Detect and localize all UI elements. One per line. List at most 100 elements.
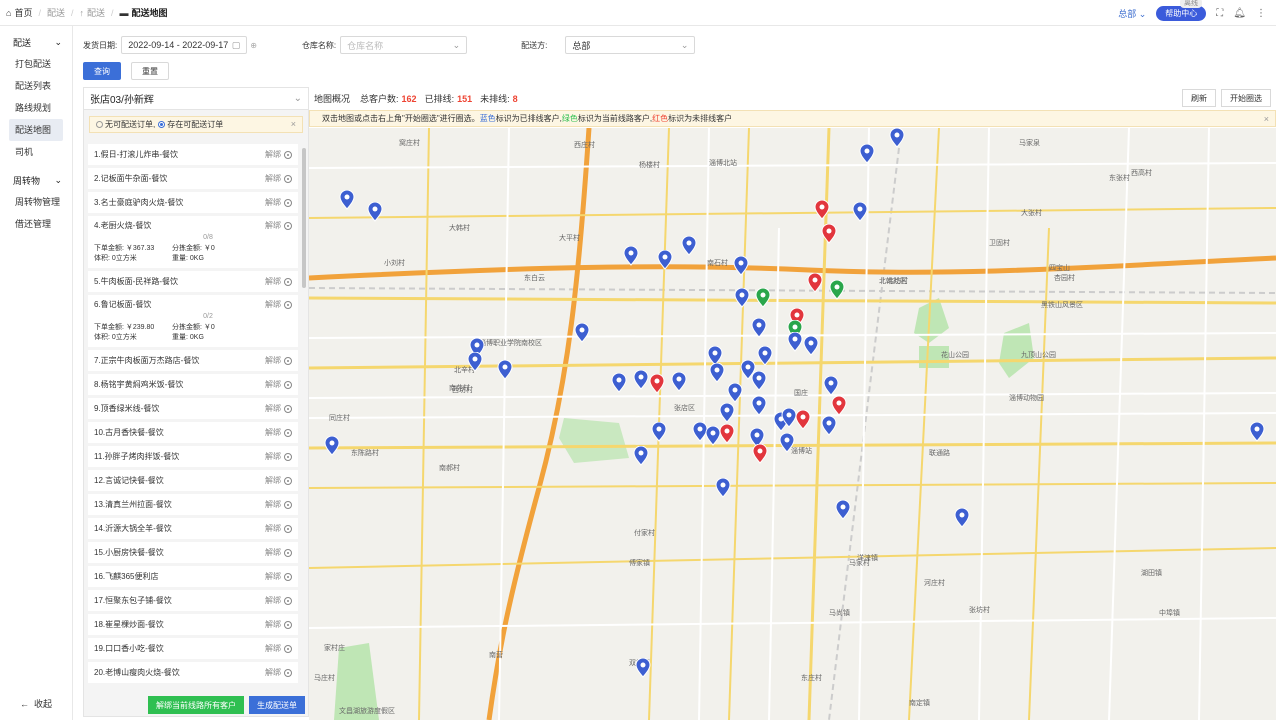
list-item[interactable]: 8.杨铭宇黄焖鸡米饭-餐饮 解绑 [88, 374, 298, 395]
unrouted-customer-pin[interactable] [807, 273, 823, 293]
list-item[interactable]: 15.小厨房快餐-餐饮 解绑 [88, 542, 298, 563]
unbind-button[interactable]: 解绑 [265, 451, 292, 462]
list-item[interactable]: 2.记板面牛杂面-餐饮 解绑 [88, 168, 298, 189]
breadcrumb-level1[interactable]: 配送 [47, 6, 65, 19]
warehouse-select[interactable]: 仓库名称 ⌄ [340, 36, 468, 54]
unbind-button[interactable]: 解绑 [265, 403, 292, 414]
list-item-detail[interactable]: 4.老厨火烧-餐饮 解绑 0/8 下单金额: ￥367.33 分拣金额: ￥0 体积: 0… [88, 216, 298, 268]
sidebar-item-pack[interactable]: 打包配送 [0, 53, 72, 75]
unbind-button[interactable]: 解绑 [265, 355, 292, 366]
list-item[interactable]: 16.飞麒365便利店 解绑 [88, 566, 298, 587]
list-item[interactable]: 3.名士豪庭驴肉火烧-餐饮 解绑 [88, 192, 298, 213]
routed-customer-pin[interactable] [954, 508, 970, 528]
routed-customer-pin[interactable] [821, 416, 837, 436]
eye-icon[interactable] [284, 150, 292, 159]
unbind-button[interactable]: 解绑 [265, 619, 292, 630]
unrouted-customer-pin[interactable] [752, 444, 768, 464]
sidebar-item-driver[interactable]: 司机 [0, 141, 72, 163]
eye-icon[interactable] [284, 198, 292, 207]
routed-customer-pin[interactable] [633, 370, 649, 390]
eye-icon[interactable] [284, 596, 292, 605]
unbind-button[interactable]: 解绑 [265, 667, 292, 678]
unrouted-customer-pin[interactable] [831, 396, 847, 416]
routed-customer-pin[interactable] [671, 372, 687, 392]
list-item[interactable]: 5.牛肉板面-民祥路-餐饮 解绑 [88, 271, 298, 292]
list-item[interactable]: 17.恒聚东包子铺-餐饮 解绑 [88, 590, 298, 611]
routed-customer-pin[interactable] [715, 478, 731, 498]
eye-icon[interactable] [284, 668, 292, 677]
date-range-input[interactable]: 2022-09-14 - 2022-09-17 ▢ [121, 36, 248, 54]
sidebar-item-map[interactable]: 配送地图 [9, 119, 63, 141]
routed-customer-pin[interactable] [733, 256, 749, 276]
routed-customer-pin[interactable] [751, 396, 767, 416]
routed-customer-pin[interactable] [681, 236, 697, 256]
routed-customer-pin[interactable] [823, 376, 839, 396]
routed-customer-pin[interactable] [339, 190, 355, 210]
unrouted-customer-pin[interactable] [814, 200, 830, 220]
list-item[interactable]: 1.假日-打滚儿炸串-餐饮 解绑 [88, 144, 298, 165]
list-item[interactable]: 14.沂源大锅全羊-餐饮 解绑 [88, 518, 298, 539]
start-select-button[interactable]: 开始圈选 [1221, 89, 1271, 107]
more-icon[interactable]: ⋮ [1256, 8, 1266, 19]
generate-delivery-button[interactable]: 生成配送单 [249, 696, 305, 714]
routed-customer-pin[interactable] [611, 373, 627, 393]
list-item[interactable]: 19.口口香小吃-餐饮 解绑 [88, 638, 298, 659]
routed-customer-pin[interactable] [835, 500, 851, 520]
sidebar-item-list[interactable]: 配送列表 [0, 75, 72, 97]
radio-no-orders[interactable]: 无可配送订单, [96, 119, 155, 130]
eye-icon[interactable] [284, 404, 292, 413]
route-select[interactable]: 张店03/孙新辉 ⌄ [84, 88, 308, 110]
list-item[interactable]: 9.顶香绿米线-餐饮 解绑 [88, 398, 298, 419]
unbind-button[interactable]: 解绑 [265, 523, 292, 534]
unbind-button[interactable]: 解绑 [265, 299, 292, 310]
routed-customer-pin[interactable] [787, 332, 803, 352]
sidebar-item-borrow[interactable]: 借还管理 [0, 213, 72, 235]
unbind-button[interactable]: 解绑 [265, 197, 292, 208]
routed-customer-pin[interactable] [889, 128, 905, 148]
unbind-button[interactable]: 解绑 [265, 595, 292, 606]
eye-icon[interactable] [284, 572, 292, 581]
reset-button[interactable]: 重置 [131, 62, 169, 80]
unrouted-customer-pin[interactable] [719, 424, 735, 444]
routed-customer-pin[interactable] [803, 336, 819, 356]
unbind-button[interactable]: 解绑 [265, 427, 292, 438]
clear-icon[interactable]: ⊕ [250, 41, 257, 50]
sidebar-item-turnover[interactable]: 周转物管理 [0, 191, 72, 213]
unbind-button[interactable]: 解绑 [265, 475, 292, 486]
list-item[interactable]: 11.孙胖子烤肉拌饭-餐饮 解绑 [88, 446, 298, 467]
routed-customer-pin[interactable] [734, 288, 750, 308]
eye-icon[interactable] [284, 548, 292, 557]
sidebar-group-delivery[interactable]: 配送 ⌄ [0, 31, 72, 53]
unbind-button[interactable]: 解绑 [265, 173, 292, 184]
routed-customer-pin[interactable] [633, 446, 649, 466]
unbind-button[interactable]: 解绑 [265, 149, 292, 160]
unbind-button[interactable]: 解绑 [265, 220, 292, 231]
list-item[interactable]: 18.崔星棵炒面-餐饮 解绑 [88, 614, 298, 635]
eye-icon[interactable] [284, 620, 292, 629]
close-icon[interactable]: × [291, 119, 296, 129]
eye-icon[interactable] [284, 356, 292, 365]
list-item[interactable]: 20.老博山瘦肉火烧-餐饮 解绑 [88, 662, 298, 683]
sidebar-group-turnover[interactable]: 周转物 ⌄ [0, 169, 72, 191]
eye-icon[interactable] [284, 452, 292, 461]
unbind-button[interactable]: 解绑 [265, 547, 292, 558]
map-canvas[interactable]: 窝庄村 西庄村 杨楼村 淄博北站 大韩村 大平村 东白云 小刘村 南石村 北韩社区 淄博职业学院南校… [309, 128, 1276, 720]
current-route-pin[interactable] [755, 288, 771, 308]
routed-customer-pin[interactable] [623, 246, 639, 266]
unbind-button[interactable]: 解绑 [265, 643, 292, 654]
eye-icon[interactable] [284, 644, 292, 653]
radio-has-orders[interactable]: 存在可配送订单 [158, 119, 223, 130]
routed-customer-pin[interactable] [727, 383, 743, 403]
unrouted-customer-pin[interactable] [821, 224, 837, 244]
eye-icon[interactable] [284, 277, 292, 286]
routed-customer-pin[interactable] [709, 363, 725, 383]
routed-customer-pin[interactable] [467, 352, 483, 372]
unbind-button[interactable]: 解绑 [265, 499, 292, 510]
scrollbar[interactable] [302, 148, 306, 288]
sidebar-item-route[interactable]: 路线规划 [0, 97, 72, 119]
routed-customer-pin[interactable] [497, 360, 513, 380]
routed-customer-pin[interactable] [757, 346, 773, 366]
eye-icon[interactable] [284, 221, 292, 230]
unbind-button[interactable]: 解绑 [265, 379, 292, 390]
routed-customer-pin[interactable] [751, 371, 767, 391]
